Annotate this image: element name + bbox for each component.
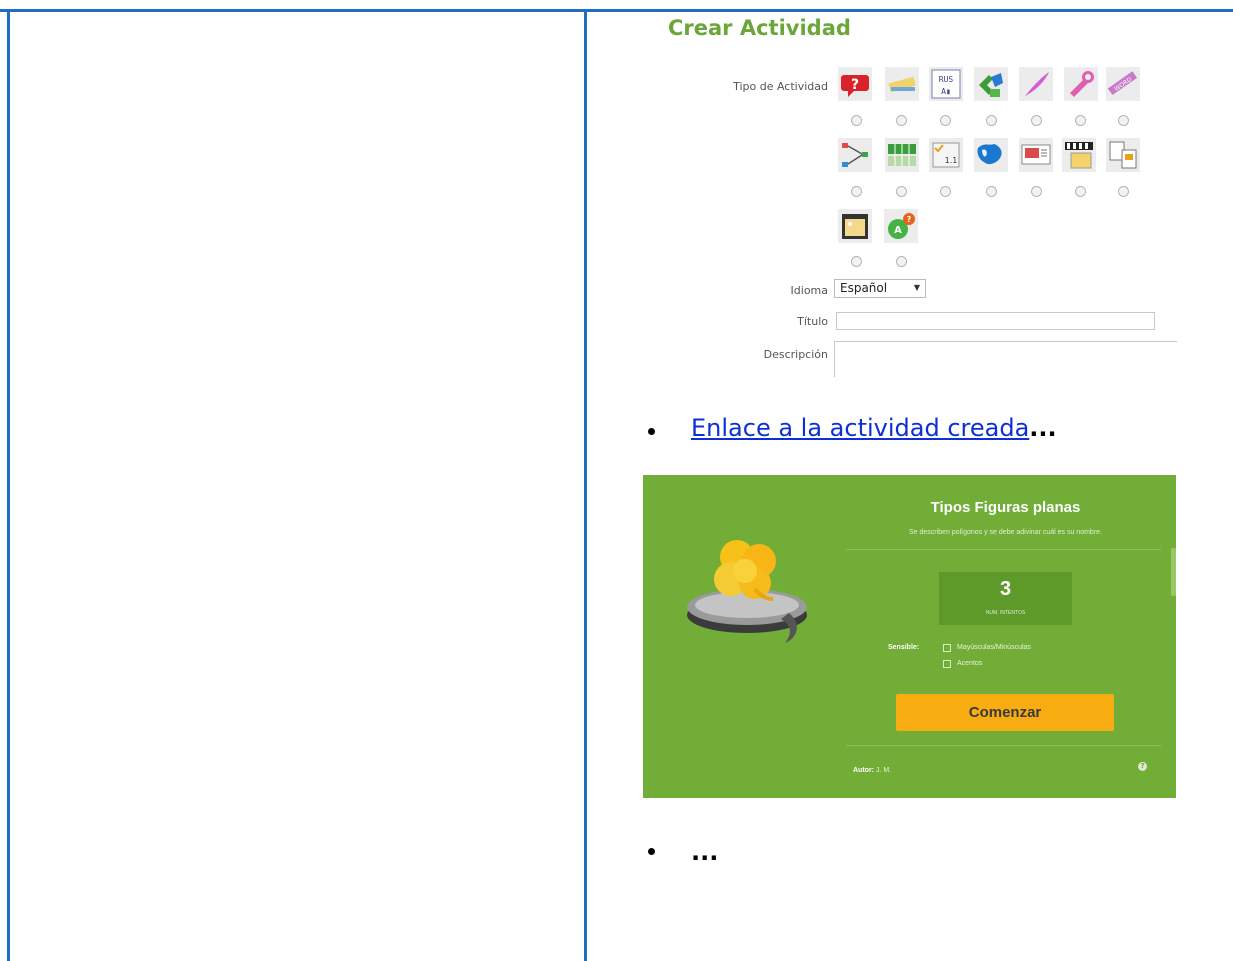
divider bbox=[846, 549, 1161, 550]
frame-left-border bbox=[7, 9, 10, 961]
idioma-label: Idioma bbox=[790, 284, 828, 297]
descripcion-textarea[interactable] bbox=[834, 341, 1177, 377]
svg-text:?: ? bbox=[851, 77, 859, 93]
question-bubble-icon[interactable]: ? bbox=[838, 67, 872, 101]
scrollbar[interactable] bbox=[1171, 548, 1176, 596]
attempts-number: 3 bbox=[999, 578, 1012, 600]
numbered-list-icon[interactable]: 1.1 bbox=[929, 138, 963, 172]
start-button[interactable]: Comenzar bbox=[896, 694, 1114, 731]
author-name: J. M. bbox=[875, 767, 892, 774]
wrench-icon[interactable] bbox=[1064, 67, 1098, 101]
activity-type-radio[interactable] bbox=[986, 115, 997, 126]
titulo-label: Título bbox=[797, 315, 828, 328]
clover-logo-icon bbox=[687, 540, 807, 643]
green-grid-icon[interactable] bbox=[885, 138, 919, 172]
attempts-label: NUM. INTENTOS bbox=[985, 610, 1026, 616]
titulo-input[interactable] bbox=[836, 312, 1155, 330]
activity-type-radio[interactable] bbox=[896, 256, 907, 267]
svg-text:A: A bbox=[894, 225, 902, 236]
svg-text:?: ? bbox=[907, 215, 912, 224]
case-sensitive-checkbox[interactable] bbox=[943, 644, 951, 652]
column-divider bbox=[584, 9, 587, 961]
activity-type-radio[interactable] bbox=[1031, 115, 1042, 126]
author-line: Autor: J. M. bbox=[853, 767, 891, 774]
green-question-icon[interactable]: A? bbox=[884, 209, 918, 243]
concept-map-icon[interactable] bbox=[838, 138, 872, 172]
activity-type-radio[interactable] bbox=[896, 186, 907, 197]
letter-grid-icon[interactable]: RUS A▮ bbox=[929, 67, 963, 101]
world-map-icon[interactable] bbox=[974, 138, 1008, 172]
bullet-dot bbox=[648, 848, 655, 855]
sensible-label: Sensible: bbox=[888, 644, 920, 651]
activity-type-radio[interactable] bbox=[940, 115, 951, 126]
slideshow-icon[interactable] bbox=[1019, 138, 1053, 172]
preview-subtitle: Se describen polígonos y se debe adivina… bbox=[908, 529, 1102, 536]
attempts-box: 3 NUM. INTENTOS bbox=[939, 572, 1072, 625]
activity-type-radio[interactable] bbox=[851, 115, 862, 126]
crossword-icon[interactable]: WORD bbox=[1106, 67, 1140, 101]
author-label: Autor: bbox=[853, 767, 874, 774]
frame-top-border bbox=[0, 9, 1233, 12]
activity-link[interactable]: Enlace a la actividad creada bbox=[691, 414, 1029, 442]
svg-text:1.1: 1.1 bbox=[945, 156, 958, 165]
pencil-ruler-icon[interactable] bbox=[885, 67, 919, 101]
tipo-actividad-label: Tipo de Actividad bbox=[733, 80, 828, 93]
activity-type-radio[interactable] bbox=[851, 186, 862, 197]
photo-frame-icon[interactable] bbox=[838, 209, 872, 243]
divider bbox=[846, 745, 1161, 746]
activity-type-radio[interactable] bbox=[1118, 115, 1129, 126]
link-suffix: ... bbox=[1029, 414, 1057, 442]
bullet-dot bbox=[648, 428, 655, 435]
descripcion-label: Descripción bbox=[763, 348, 828, 361]
film-strip-icon[interactable] bbox=[1062, 138, 1096, 172]
svg-text:A▮: A▮ bbox=[941, 87, 951, 96]
crear-actividad-heading: Crear Actividad bbox=[668, 16, 851, 40]
second-bullet-text: ... bbox=[691, 838, 719, 866]
accents-checkbox[interactable] bbox=[943, 660, 951, 668]
card-pairs-icon[interactable] bbox=[1106, 138, 1140, 172]
activity-preview-panel: Tipos Figuras planas Se describen polígo… bbox=[643, 475, 1176, 798]
activity-type-radio[interactable] bbox=[896, 115, 907, 126]
idioma-select[interactable]: Español ▼ bbox=[834, 279, 926, 298]
activity-type-radio[interactable] bbox=[986, 186, 997, 197]
puzzle-icon[interactable] bbox=[974, 67, 1008, 101]
help-icon[interactable]: ? bbox=[1138, 762, 1147, 771]
case-sensitive-label: Mayúsculas/Minúsculas bbox=[957, 644, 1031, 651]
accents-label: Acentos bbox=[957, 660, 983, 667]
preview-title: Tipos Figuras planas bbox=[930, 499, 1081, 516]
svg-text:RUS: RUS bbox=[939, 75, 954, 84]
activity-type-radio[interactable] bbox=[1075, 115, 1086, 126]
feather-pen-icon[interactable] bbox=[1019, 67, 1053, 101]
link-line: Enlace a la actividad creada... bbox=[691, 414, 1057, 442]
chevron-down-icon: ▼ bbox=[913, 283, 920, 292]
activity-type-radio[interactable] bbox=[851, 256, 862, 267]
idioma-select-value: Español bbox=[840, 281, 888, 295]
activity-type-radio[interactable] bbox=[940, 186, 951, 197]
activity-type-radio[interactable] bbox=[1031, 186, 1042, 197]
activity-type-radio[interactable] bbox=[1075, 186, 1086, 197]
activity-type-radio[interactable] bbox=[1118, 186, 1129, 197]
